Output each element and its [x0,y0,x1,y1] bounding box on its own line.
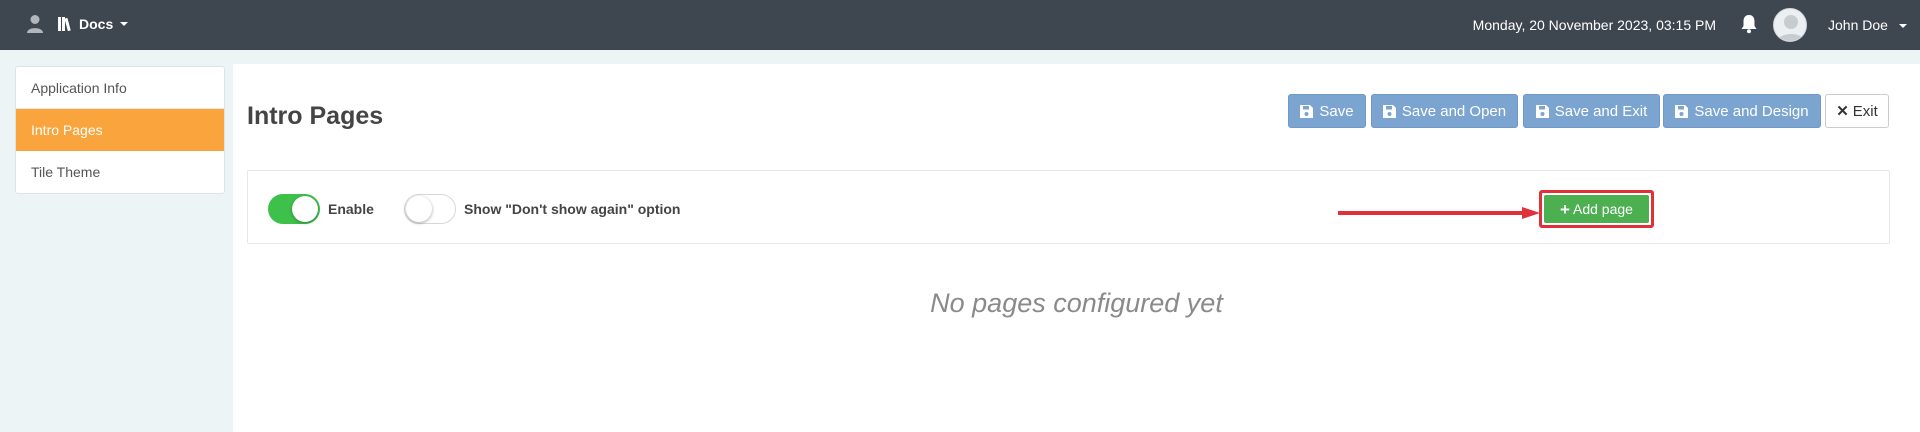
sidebar-item-intro-pages[interactable]: Intro Pages [16,109,224,151]
toggle-knob [292,196,318,222]
main-panel: Intro Pages Save Save and Open Save and … [233,64,1920,432]
save-and-design-label: Save and Design [1694,102,1809,120]
save-and-exit-label: Save and Exit [1554,102,1648,120]
add-page-highlight: + Add page [1539,190,1654,228]
user-menu[interactable]: John Doe [1828,17,1907,33]
chevron-down-icon [120,22,129,26]
save-button-label: Save [1319,102,1354,120]
avatar-silhouette-icon [1777,15,1805,41]
floppy-disk-icon [1535,104,1549,118]
floppy-disk-icon [1300,104,1314,118]
save-button[interactable]: Save [1288,94,1366,128]
enable-toggle[interactable] [268,194,320,224]
chevron-down-icon [1898,24,1907,29]
dont-show-again-toggle[interactable] [404,194,456,224]
dont-show-again-label: Show "Don't show again" option [464,201,681,217]
username-label: John Doe [1828,17,1888,33]
intro-options-panel: Enable Show "Don't show again" option + … [247,170,1890,244]
save-and-open-label: Save and Open [1401,102,1507,120]
empty-state-message: No pages configured yet [930,288,1223,318]
top-navbar: Docs Monday, 20 November 2023, 03:15 PM … [0,0,1920,50]
user-icon[interactable] [26,14,44,34]
floppy-disk-icon [1675,104,1689,118]
add-page-button[interactable]: + Add page [1544,195,1649,223]
save-and-design-button[interactable]: Save and Design [1663,94,1821,128]
sidebar-item-application-info[interactable]: Application Info [16,67,224,109]
sidebar-item-tile-theme[interactable]: Tile Theme [16,151,224,193]
exit-button[interactable]: ✕ Exit [1825,94,1889,128]
plus-icon: + [1560,199,1570,219]
floppy-disk-icon [1382,104,1396,118]
save-and-exit-button[interactable]: Save and Exit [1523,94,1660,128]
exit-button-label: Exit [1852,102,1878,120]
red-arrow-annotation [1338,207,1540,219]
toggle-knob [406,196,432,222]
add-page-label: Add page [1572,201,1633,217]
close-icon: ✕ [1836,103,1849,120]
avatar[interactable] [1773,8,1807,42]
library-icon [58,17,71,31]
save-and-open-button[interactable]: Save and Open [1371,94,1518,128]
docs-menu[interactable]: Docs [58,16,129,32]
docs-label: Docs [79,16,114,32]
current-datetime: Monday, 20 November 2023, 03:15 PM [1472,17,1716,33]
bell-icon[interactable] [1740,14,1758,34]
sidebar: Application Info Intro Pages Tile Theme [15,66,225,194]
page-title: Intro Pages [247,102,384,130]
enable-label: Enable [328,201,374,217]
